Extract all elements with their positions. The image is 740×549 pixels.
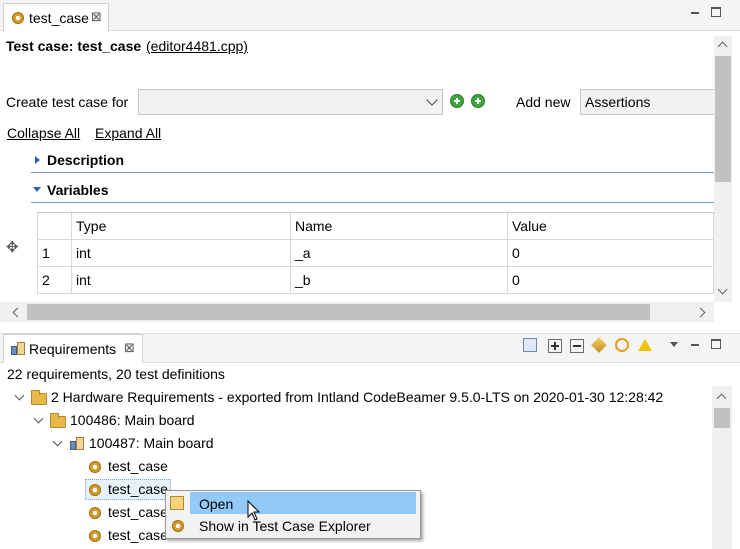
create-test-case-combo[interactable] (138, 89, 443, 115)
maximize-icon[interactable] (711, 7, 721, 17)
requirements-summary: 22 requirements, 20 test definitions (7, 366, 225, 382)
add-icon[interactable] (450, 94, 464, 108)
source-file-link[interactable]: (editor4481.cpp) (146, 37, 248, 55)
tree-leaf-test-case[interactable]: test_case (108, 526, 168, 544)
column-header-type[interactable]: Type (72, 213, 291, 240)
mouse-cursor-icon (247, 500, 261, 521)
folder-open-icon (50, 413, 66, 428)
table-cell[interactable]: int (72, 240, 291, 267)
table-corner (37, 213, 72, 240)
section-divider (31, 172, 714, 173)
sync-icon[interactable] (615, 338, 629, 352)
editor-tab-bar (0, 0, 740, 31)
expand-all-icon[interactable] (548, 339, 562, 353)
add-new-label: Add new (516, 94, 571, 110)
close-icon[interactable]: ⊠ (124, 339, 135, 357)
menu-item-show-in-explorer[interactable]: Show in Test Case Explorer (199, 517, 371, 535)
expand-all-link[interactable]: Expand All (95, 124, 161, 142)
open-icon (170, 496, 184, 510)
tree-item[interactable]: 100487: Main board (89, 434, 214, 452)
table-cell[interactable]: _b (291, 267, 508, 294)
tree-root-item[interactable]: 2 Hardware Requirements - exported from … (51, 388, 663, 406)
maximize-icon[interactable] (711, 339, 721, 349)
add-linked-icon[interactable] (471, 94, 485, 108)
section-description[interactable]: Description (47, 151, 124, 169)
scroll-thumb[interactable] (715, 56, 731, 182)
editor-horizontal-scrollbar[interactable] (0, 302, 714, 322)
add-new-combo[interactable]: Assertions (580, 89, 716, 115)
add-new-value: Assertions (585, 94, 651, 110)
chevron-down-icon (426, 94, 438, 106)
scroll-thumb[interactable] (27, 304, 650, 320)
scroll-right-icon[interactable] (695, 307, 706, 318)
scroll-up-icon[interactable] (716, 393, 727, 404)
table-cell[interactable]: int (72, 267, 291, 294)
requirements-tab[interactable]: Requirements ⊠ (3, 334, 143, 363)
column-header-value[interactable]: Value (508, 213, 714, 240)
section-variables[interactable]: Variables (47, 181, 109, 199)
test-case-icon (89, 530, 101, 542)
move-handle-icon[interactable]: ✥ (6, 239, 19, 257)
table-cell[interactable]: 0 (508, 240, 714, 267)
scroll-left-icon[interactable] (12, 307, 23, 318)
import-requirements-icon[interactable] (523, 338, 537, 352)
section-divider (31, 202, 714, 203)
editor-tab-label: test_case (29, 10, 89, 26)
scroll-thumb[interactable] (714, 408, 730, 428)
view-menu-icon[interactable] (670, 342, 678, 347)
row-number[interactable]: 1 (37, 240, 72, 267)
test-case-icon (89, 507, 101, 519)
editor-vertical-scrollbar[interactable] (714, 36, 732, 302)
expand-down-icon[interactable] (33, 187, 41, 192)
tree-leaf-test-case[interactable]: test_case (108, 457, 168, 475)
tree-item[interactable]: 100486: Main board (70, 411, 195, 429)
minimize-icon[interactable] (689, 7, 701, 19)
minimize-icon[interactable] (689, 339, 701, 351)
test-case-title: Test case: test_case (6, 38, 142, 54)
tree-expanded-icon[interactable] (52, 436, 63, 447)
requirements-icon (11, 342, 25, 356)
requirement-icon (70, 437, 84, 451)
requirements-tab-label: Requirements (29, 341, 117, 357)
test-case-icon (12, 12, 24, 24)
tree-leaf-test-case[interactable]: test_case (108, 480, 168, 498)
test-case-icon (89, 484, 101, 496)
collapse-all-icon[interactable] (570, 339, 584, 353)
collapse-all-link[interactable]: Collapse All (7, 124, 80, 142)
scroll-down-icon[interactable] (717, 284, 728, 295)
tree-expanded-icon[interactable] (33, 413, 44, 424)
table-cell[interactable]: 0 (508, 267, 714, 294)
test-case-icon (89, 461, 101, 473)
close-icon[interactable]: ⊠ (91, 8, 102, 26)
table-cell[interactable]: _a (291, 240, 508, 267)
create-test-case-label: Create test case for (6, 94, 129, 110)
tree-expanded-icon[interactable] (14, 390, 25, 401)
expand-right-icon[interactable] (35, 156, 40, 164)
row-number[interactable]: 2 (37, 267, 72, 294)
warning-icon[interactable] (638, 338, 652, 352)
test-case-explorer-icon (172, 520, 184, 532)
variables-table: Type Name Value 1 int _a 0 2 int _b 0 (37, 212, 714, 302)
tree-leaf-test-case[interactable]: test_case (108, 503, 168, 521)
scroll-up-icon[interactable] (717, 41, 728, 52)
column-header-name[interactable]: Name (291, 213, 508, 240)
editor-tab[interactable]: test_case ⊠ (3, 3, 109, 32)
folder-open-icon (31, 390, 47, 405)
menu-item-open[interactable]: Open (199, 495, 233, 513)
requirements-vertical-scrollbar[interactable] (712, 386, 732, 549)
